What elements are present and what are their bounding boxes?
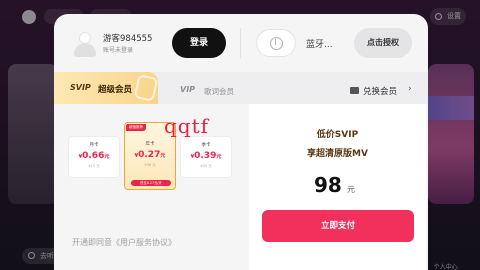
recommend-badge: 超值推荐	[126, 124, 146, 131]
plan-price: ¥0.39元	[190, 151, 222, 161]
plan-original-price: ¥35 元	[200, 164, 212, 168]
total-price: 98	[314, 173, 342, 197]
user-avatar-icon	[74, 30, 96, 58]
redeem-membership-link[interactable]: 兑换会员	[363, 85, 397, 97]
promo-subtitle: 享超清原版MV	[307, 149, 368, 159]
svip-tag: SVIP	[70, 83, 91, 92]
promo-title: 低价SVIP	[316, 130, 359, 140]
login-button[interactable]: 登录	[172, 28, 226, 58]
device-icon	[256, 29, 296, 57]
device-label: 蓝牙...	[306, 40, 333, 50]
header-divider	[240, 28, 241, 58]
plan-card-month[interactable]: 月卡 ¥0.66元 ¥15 元	[68, 136, 120, 178]
user-status: 账号未登录	[103, 47, 134, 54]
total-price-unit: 元	[347, 185, 355, 194]
tab-svip[interactable]: SVIP 超级会员	[54, 72, 159, 104]
plan-daily-price-tag: 低至0.27元/天	[131, 180, 171, 186]
plan-price: ¥0.27元	[134, 150, 166, 160]
vip-tag: VIP	[180, 85, 196, 94]
authorize-button[interactable]: 点击授权	[354, 28, 412, 58]
plan-original-price: ¥98 元	[144, 163, 156, 167]
plan-name: 月卡	[89, 143, 99, 148]
chevron-right-icon: ›	[408, 84, 412, 94]
handwritten-annotation: qqtf	[164, 114, 210, 138]
crown-icon	[133, 74, 159, 102]
plan-name: 年卡	[145, 142, 155, 147]
plan-price: ¥0.66元	[78, 151, 110, 161]
svip-tab-label: 超级会员	[98, 85, 133, 95]
vip-tab-label: 歌词会员	[204, 87, 234, 96]
service-agreement-link[interactable]: 开通即同意《用户服务协议》	[72, 237, 176, 248]
ticket-icon	[350, 87, 359, 94]
plan-name: 季卡	[201, 143, 211, 148]
plan-original-price: ¥15 元	[88, 164, 100, 168]
plan-card-quarter[interactable]: 季卡 ¥0.39元 ¥35 元	[180, 136, 232, 178]
user-name: 游客984555	[103, 34, 153, 44]
pay-now-button[interactable]: 立即支付	[262, 210, 414, 242]
